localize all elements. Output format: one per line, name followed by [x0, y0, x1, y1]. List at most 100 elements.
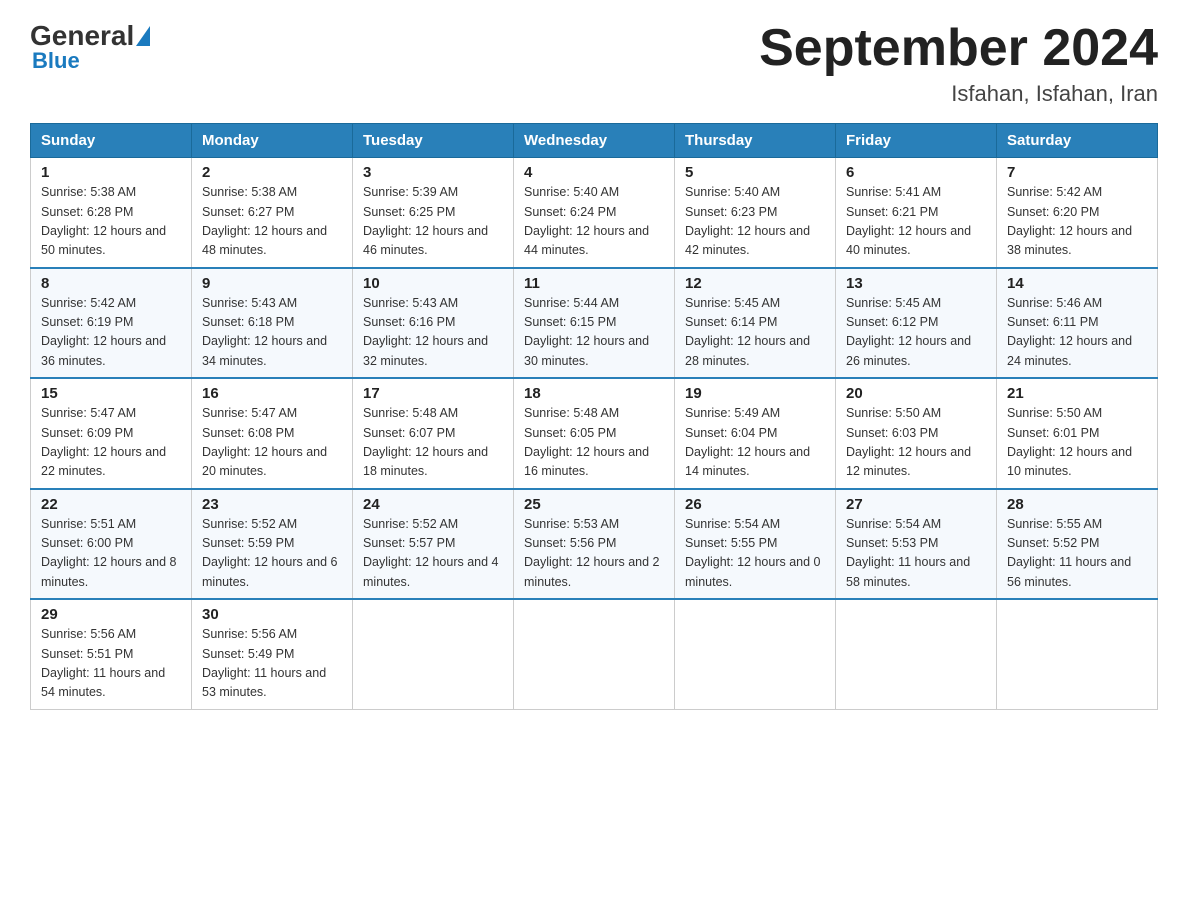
col-tuesday: Tuesday	[353, 124, 514, 158]
day-number: 4	[524, 164, 664, 181]
table-row: 28 Sunrise: 5:55 AMSunset: 5:52 PMDaylig…	[997, 489, 1158, 600]
table-row: 18 Sunrise: 5:48 AMSunset: 6:05 PMDaylig…	[514, 378, 675, 489]
day-info: Sunrise: 5:55 AMSunset: 5:52 PMDaylight:…	[1007, 517, 1131, 589]
table-row: 13 Sunrise: 5:45 AMSunset: 6:12 PMDaylig…	[836, 268, 997, 379]
day-info: Sunrise: 5:40 AMSunset: 6:24 PMDaylight:…	[524, 185, 649, 257]
table-row: 29 Sunrise: 5:56 AMSunset: 5:51 PMDaylig…	[31, 599, 192, 709]
day-number: 1	[41, 164, 181, 181]
day-info: Sunrise: 5:46 AMSunset: 6:11 PMDaylight:…	[1007, 296, 1132, 368]
day-number: 14	[1007, 275, 1147, 292]
day-info: Sunrise: 5:50 AMSunset: 6:03 PMDaylight:…	[846, 406, 971, 478]
day-info: Sunrise: 5:52 AMSunset: 5:57 PMDaylight:…	[363, 517, 499, 589]
table-row: 15 Sunrise: 5:47 AMSunset: 6:09 PMDaylig…	[31, 378, 192, 489]
day-info: Sunrise: 5:47 AMSunset: 6:09 PMDaylight:…	[41, 406, 166, 478]
day-info: Sunrise: 5:45 AMSunset: 6:14 PMDaylight:…	[685, 296, 810, 368]
day-number: 21	[1007, 385, 1147, 402]
table-row: 30 Sunrise: 5:56 AMSunset: 5:49 PMDaylig…	[192, 599, 353, 709]
col-thursday: Thursday	[675, 124, 836, 158]
day-number: 3	[363, 164, 503, 181]
calendar-header-row: Sunday Monday Tuesday Wednesday Thursday…	[31, 124, 1158, 158]
day-info: Sunrise: 5:48 AMSunset: 6:07 PMDaylight:…	[363, 406, 488, 478]
table-row: 12 Sunrise: 5:45 AMSunset: 6:14 PMDaylig…	[675, 268, 836, 379]
day-info: Sunrise: 5:42 AMSunset: 6:19 PMDaylight:…	[41, 296, 166, 368]
logo: General Blue	[30, 20, 152, 74]
table-row: 2 Sunrise: 5:38 AMSunset: 6:27 PMDayligh…	[192, 158, 353, 268]
table-row: 26 Sunrise: 5:54 AMSunset: 5:55 PMDaylig…	[675, 489, 836, 600]
table-row: 22 Sunrise: 5:51 AMSunset: 6:00 PMDaylig…	[31, 489, 192, 600]
title-block: September 2024 Isfahan, Isfahan, Iran	[759, 20, 1158, 107]
day-info: Sunrise: 5:51 AMSunset: 6:00 PMDaylight:…	[41, 517, 177, 589]
location-subtitle: Isfahan, Isfahan, Iran	[759, 81, 1158, 107]
page-header: General Blue September 2024 Isfahan, Isf…	[30, 20, 1158, 107]
day-number: 30	[202, 606, 342, 623]
day-info: Sunrise: 5:42 AMSunset: 6:20 PMDaylight:…	[1007, 185, 1132, 257]
day-info: Sunrise: 5:44 AMSunset: 6:15 PMDaylight:…	[524, 296, 649, 368]
day-info: Sunrise: 5:53 AMSunset: 5:56 PMDaylight:…	[524, 517, 660, 589]
day-number: 6	[846, 164, 986, 181]
day-number: 23	[202, 496, 342, 513]
table-row: 27 Sunrise: 5:54 AMSunset: 5:53 PMDaylig…	[836, 489, 997, 600]
table-row: 21 Sunrise: 5:50 AMSunset: 6:01 PMDaylig…	[997, 378, 1158, 489]
day-number: 27	[846, 496, 986, 513]
table-row: 8 Sunrise: 5:42 AMSunset: 6:19 PMDayligh…	[31, 268, 192, 379]
day-info: Sunrise: 5:56 AMSunset: 5:49 PMDaylight:…	[202, 627, 326, 699]
table-row: 6 Sunrise: 5:41 AMSunset: 6:21 PMDayligh…	[836, 158, 997, 268]
day-number: 9	[202, 275, 342, 292]
day-number: 17	[363, 385, 503, 402]
day-number: 20	[846, 385, 986, 402]
table-row: 14 Sunrise: 5:46 AMSunset: 6:11 PMDaylig…	[997, 268, 1158, 379]
table-row: 10 Sunrise: 5:43 AMSunset: 6:16 PMDaylig…	[353, 268, 514, 379]
day-info: Sunrise: 5:54 AMSunset: 5:55 PMDaylight:…	[685, 517, 821, 589]
day-number: 16	[202, 385, 342, 402]
day-info: Sunrise: 5:50 AMSunset: 6:01 PMDaylight:…	[1007, 406, 1132, 478]
day-number: 13	[846, 275, 986, 292]
logo-triangle-icon	[136, 26, 150, 46]
day-number: 22	[41, 496, 181, 513]
table-row: 20 Sunrise: 5:50 AMSunset: 6:03 PMDaylig…	[836, 378, 997, 489]
day-number: 26	[685, 496, 825, 513]
calendar-table: Sunday Monday Tuesday Wednesday Thursday…	[30, 123, 1158, 710]
table-row: 24 Sunrise: 5:52 AMSunset: 5:57 PMDaylig…	[353, 489, 514, 600]
logo-blue-text: Blue	[30, 48, 80, 74]
day-number: 18	[524, 385, 664, 402]
day-number: 5	[685, 164, 825, 181]
table-row: 16 Sunrise: 5:47 AMSunset: 6:08 PMDaylig…	[192, 378, 353, 489]
table-row: 25 Sunrise: 5:53 AMSunset: 5:56 PMDaylig…	[514, 489, 675, 600]
col-friday: Friday	[836, 124, 997, 158]
day-info: Sunrise: 5:48 AMSunset: 6:05 PMDaylight:…	[524, 406, 649, 478]
day-info: Sunrise: 5:40 AMSunset: 6:23 PMDaylight:…	[685, 185, 810, 257]
day-info: Sunrise: 5:43 AMSunset: 6:16 PMDaylight:…	[363, 296, 488, 368]
day-number: 29	[41, 606, 181, 623]
table-row: 11 Sunrise: 5:44 AMSunset: 6:15 PMDaylig…	[514, 268, 675, 379]
day-number: 12	[685, 275, 825, 292]
table-row: 1 Sunrise: 5:38 AMSunset: 6:28 PMDayligh…	[31, 158, 192, 268]
day-number: 25	[524, 496, 664, 513]
day-number: 11	[524, 275, 664, 292]
main-title: September 2024	[759, 20, 1158, 77]
day-number: 2	[202, 164, 342, 181]
day-info: Sunrise: 5:39 AMSunset: 6:25 PMDaylight:…	[363, 185, 488, 257]
day-info: Sunrise: 5:38 AMSunset: 6:27 PMDaylight:…	[202, 185, 327, 257]
day-info: Sunrise: 5:38 AMSunset: 6:28 PMDaylight:…	[41, 185, 166, 257]
day-info: Sunrise: 5:47 AMSunset: 6:08 PMDaylight:…	[202, 406, 327, 478]
table-row	[514, 599, 675, 709]
table-row: 3 Sunrise: 5:39 AMSunset: 6:25 PMDayligh…	[353, 158, 514, 268]
table-row: 7 Sunrise: 5:42 AMSunset: 6:20 PMDayligh…	[997, 158, 1158, 268]
table-row	[836, 599, 997, 709]
day-info: Sunrise: 5:56 AMSunset: 5:51 PMDaylight:…	[41, 627, 165, 699]
col-saturday: Saturday	[997, 124, 1158, 158]
col-monday: Monday	[192, 124, 353, 158]
day-info: Sunrise: 5:41 AMSunset: 6:21 PMDaylight:…	[846, 185, 971, 257]
table-row: 19 Sunrise: 5:49 AMSunset: 6:04 PMDaylig…	[675, 378, 836, 489]
table-row: 4 Sunrise: 5:40 AMSunset: 6:24 PMDayligh…	[514, 158, 675, 268]
col-wednesday: Wednesday	[514, 124, 675, 158]
day-info: Sunrise: 5:43 AMSunset: 6:18 PMDaylight:…	[202, 296, 327, 368]
day-number: 7	[1007, 164, 1147, 181]
table-row: 5 Sunrise: 5:40 AMSunset: 6:23 PMDayligh…	[675, 158, 836, 268]
table-row	[997, 599, 1158, 709]
table-row: 23 Sunrise: 5:52 AMSunset: 5:59 PMDaylig…	[192, 489, 353, 600]
day-info: Sunrise: 5:54 AMSunset: 5:53 PMDaylight:…	[846, 517, 970, 589]
col-sunday: Sunday	[31, 124, 192, 158]
table-row: 9 Sunrise: 5:43 AMSunset: 6:18 PMDayligh…	[192, 268, 353, 379]
table-row: 17 Sunrise: 5:48 AMSunset: 6:07 PMDaylig…	[353, 378, 514, 489]
